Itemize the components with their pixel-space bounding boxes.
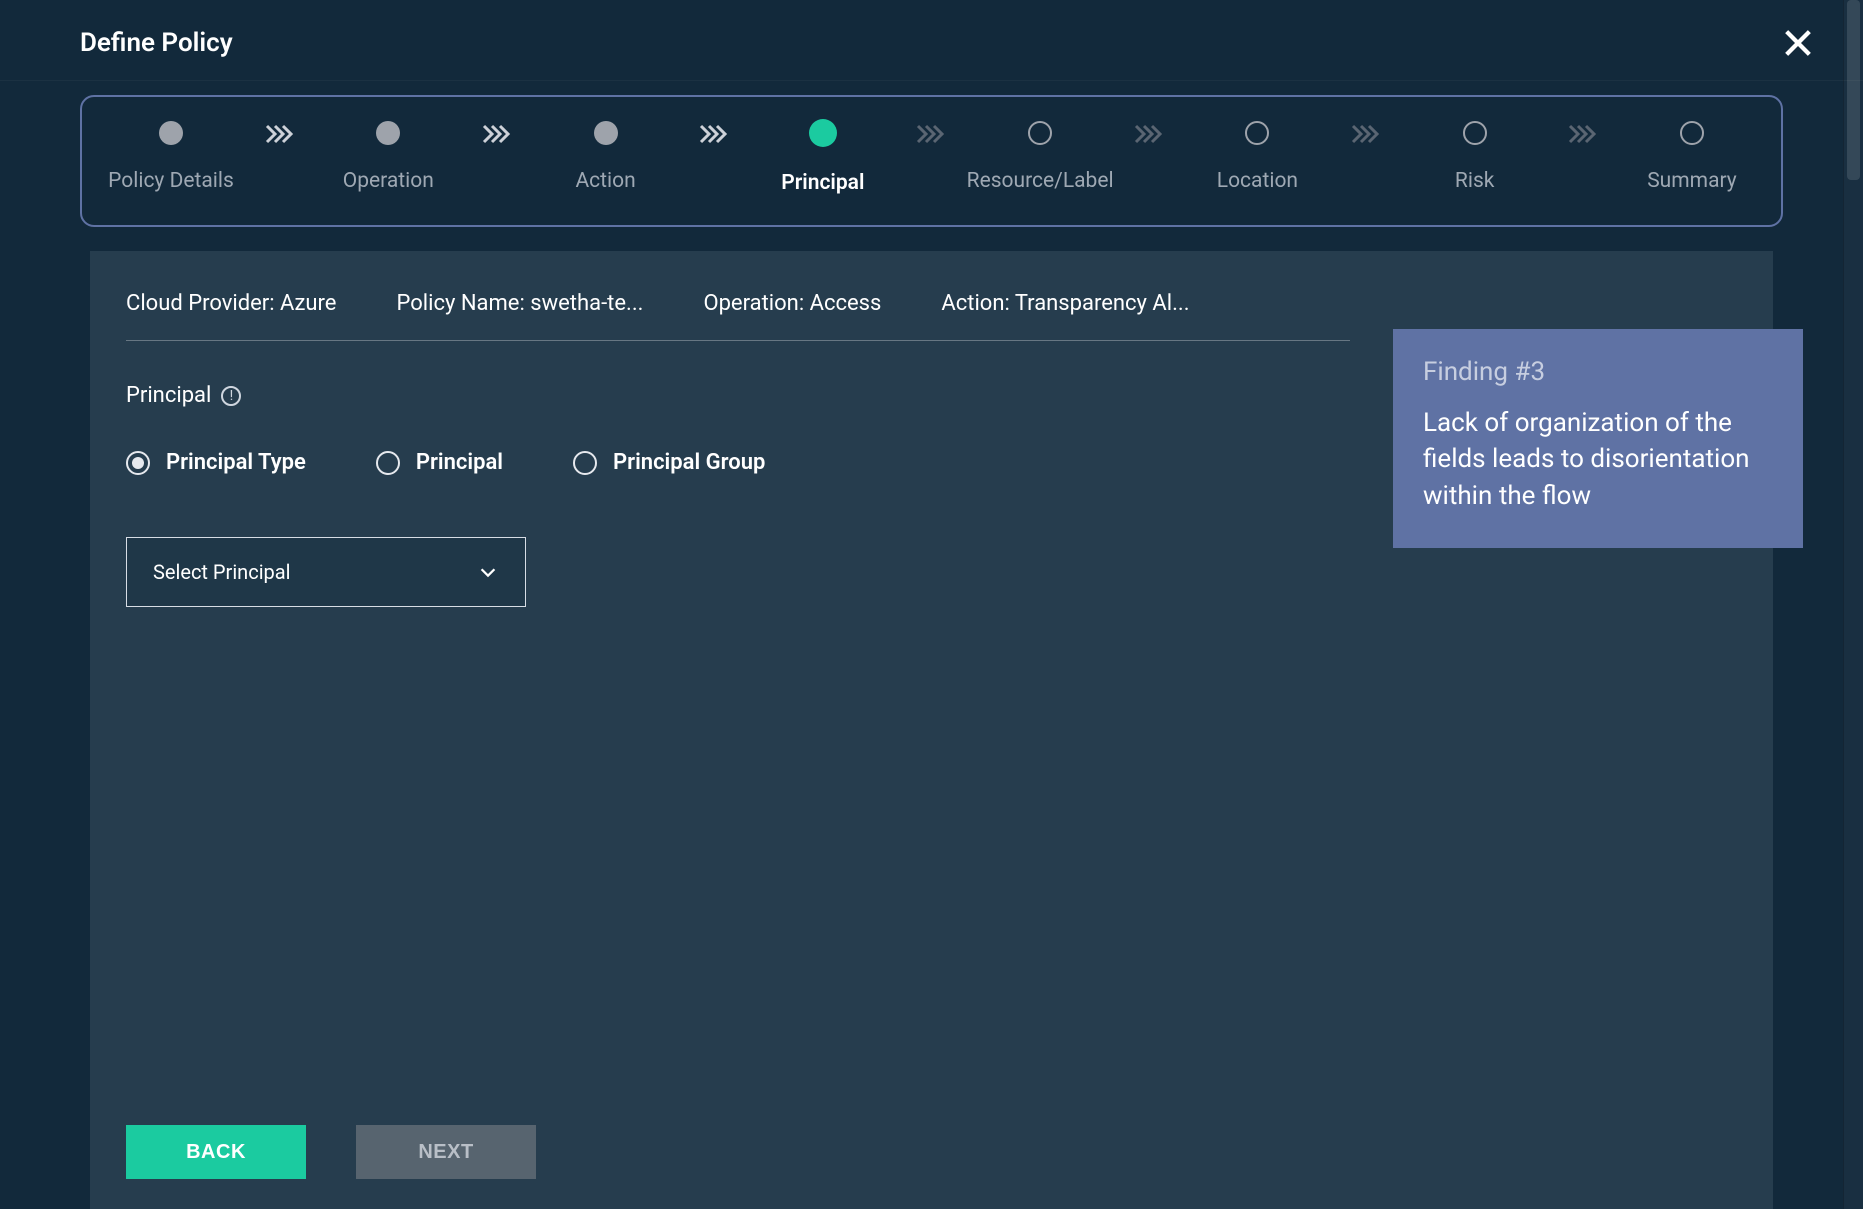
info-icon[interactable]: !	[221, 386, 241, 406]
step-label: Summary	[1647, 169, 1737, 193]
step-dot-icon	[159, 121, 183, 145]
summary-policy-name: Policy Name: swetha-te...	[396, 291, 643, 316]
step-label: Location	[1217, 169, 1298, 193]
modal-title: Define Policy	[80, 28, 233, 58]
radio-icon	[573, 451, 597, 475]
scrollbar-track[interactable]	[1843, 0, 1863, 1209]
modal-header: Define Policy	[0, 0, 1863, 81]
step-dot-icon	[594, 121, 618, 145]
step-dot-icon	[1028, 121, 1052, 145]
step-label: Risk	[1455, 169, 1495, 193]
step-label: Action	[575, 169, 635, 193]
step-summary[interactable]: Summary	[1617, 121, 1767, 193]
step-dot-icon	[809, 119, 837, 147]
step-dot-icon	[1463, 121, 1487, 145]
summary-operation: Operation: Access	[703, 291, 881, 316]
scrollbar-thumb[interactable]	[1847, 0, 1860, 180]
chevrons-icon	[482, 122, 512, 146]
chevrons-icon	[699, 122, 729, 146]
summary-action: Action: Transparency Al...	[941, 291, 1189, 316]
chevron-down-icon	[477, 561, 499, 583]
define-policy-modal: Define Policy Policy Details Operation	[0, 0, 1863, 1209]
chevrons-icon	[1134, 122, 1164, 146]
step-risk[interactable]: Risk	[1400, 121, 1550, 193]
radio-label: Principal Group	[613, 450, 765, 475]
step-label: Operation	[343, 169, 434, 193]
radio-icon	[126, 451, 150, 475]
chevrons-icon	[1351, 122, 1381, 146]
step-dot-icon	[1680, 121, 1704, 145]
back-button[interactable]: BACK	[126, 1125, 306, 1179]
step-dot-icon	[1245, 121, 1269, 145]
radio-label: Principal	[416, 450, 503, 475]
step-location[interactable]: Location	[1182, 121, 1332, 193]
step-operation[interactable]: Operation	[313, 121, 463, 193]
radio-label: Principal Type	[166, 450, 306, 475]
section-heading-text: Principal	[126, 383, 211, 408]
chevrons-icon	[265, 122, 295, 146]
radio-principal[interactable]: Principal	[376, 450, 503, 475]
step-principal[interactable]: Principal	[748, 119, 898, 195]
chevrons-icon	[916, 122, 946, 146]
wizard-footer: BACK NEXT	[126, 1125, 1737, 1179]
step-resource-label[interactable]: Resource/Label	[965, 121, 1115, 193]
policy-stepper: Policy Details Operation Action Principa…	[80, 95, 1783, 227]
close-button[interactable]	[1781, 26, 1815, 60]
radio-icon	[376, 451, 400, 475]
finding-body: Lack of organization of the fields leads…	[1423, 405, 1773, 514]
step-label: Resource/Label	[967, 169, 1114, 193]
step-label: Policy Details	[108, 169, 234, 193]
step-label: Principal	[781, 171, 864, 195]
policy-content-panel: Cloud Provider: Azure Policy Name: sweth…	[90, 251, 1773, 1209]
summary-cloud-provider: Cloud Provider: Azure	[126, 291, 336, 316]
finding-callout: Finding #3 Lack of organization of the f…	[1393, 329, 1803, 548]
policy-summary-row: Cloud Provider: Azure Policy Name: sweth…	[126, 291, 1350, 341]
next-button: NEXT	[356, 1125, 536, 1179]
close-icon	[1781, 26, 1815, 60]
step-policy-details[interactable]: Policy Details	[96, 121, 246, 193]
radio-principal-type[interactable]: Principal Type	[126, 450, 306, 475]
select-placeholder: Select Principal	[153, 560, 291, 584]
select-principal-dropdown[interactable]: Select Principal	[126, 537, 526, 607]
finding-title: Finding #3	[1423, 357, 1773, 387]
step-dot-icon	[376, 121, 400, 145]
chevrons-icon	[1568, 122, 1598, 146]
radio-principal-group[interactable]: Principal Group	[573, 450, 765, 475]
step-action[interactable]: Action	[531, 121, 681, 193]
